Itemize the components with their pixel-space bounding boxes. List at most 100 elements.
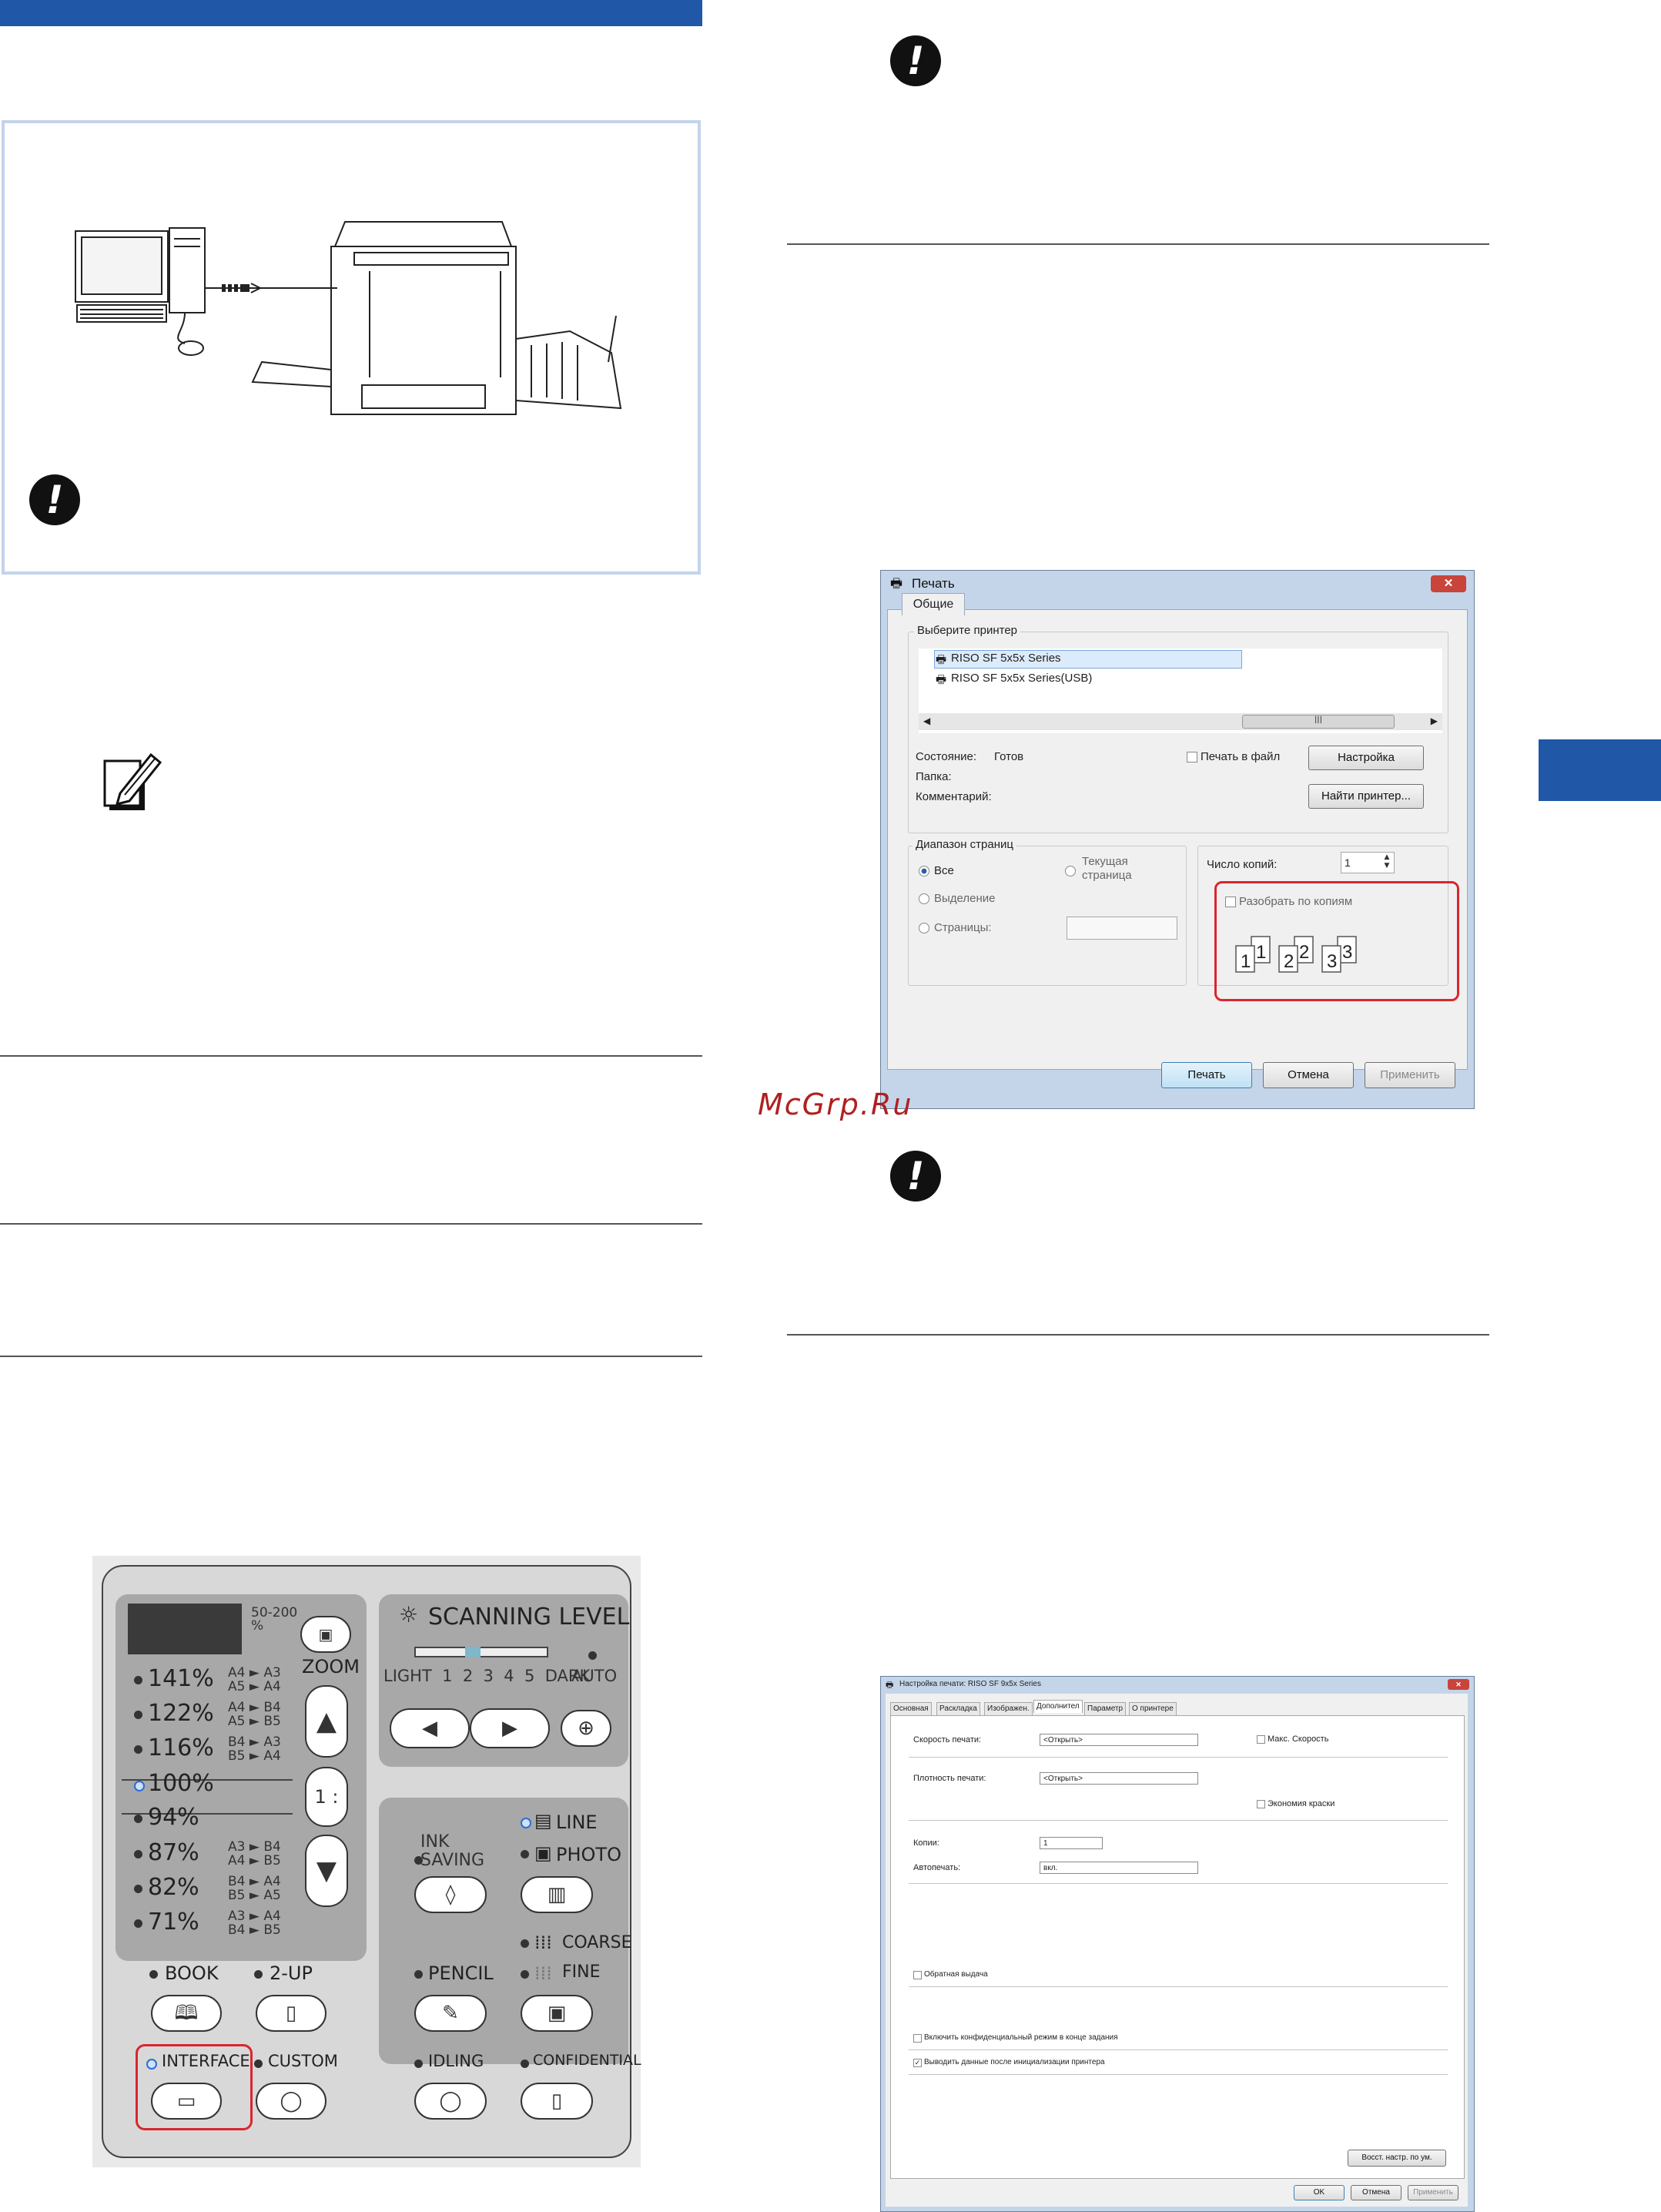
pencil-button[interactable]: ✎ — [414, 1995, 487, 2032]
scan-lighter-button[interactable]: ◀ — [390, 1708, 470, 1748]
ink-saving-checkbox[interactable] — [1257, 1800, 1265, 1808]
range-current-radio[interactable] — [1065, 866, 1076, 876]
scanning-levels-label: LIGHT 1 2 3 4 5 DARK — [383, 1667, 591, 1685]
max-speed-checkbox[interactable] — [1257, 1735, 1265, 1744]
printer-settings-dialog: 🖶 Настройка печати: RISO SF 9x5x Series … — [880, 1676, 1475, 2212]
zoom-down-button[interactable]: ▼ — [305, 1835, 348, 1907]
printer-group-label: Выберите принтер — [914, 624, 1020, 637]
divider — [909, 1757, 1448, 1758]
printer-icon: 🖶 — [890, 576, 903, 591]
collate-checkbox[interactable] — [1225, 897, 1236, 907]
find-printer-button[interactable]: Найти принтер... — [1308, 784, 1424, 809]
idling-button[interactable]: ◯ — [414, 2083, 487, 2120]
settings-tab[interactable]: О принтере — [1129, 1702, 1177, 1716]
apply-button[interactable]: Применить — [1408, 2185, 1458, 2200]
zoom-preset-paper: A4 ► B5 — [228, 1853, 281, 1868]
line-photo-button[interactable]: ▥ — [521, 1876, 593, 1913]
zoom-up-button[interactable]: ▲ — [305, 1685, 348, 1758]
memo-pencil-icon — [103, 752, 162, 810]
print-dialog: 🖶 Печать ✕ Общие Выберите принтер 🖶 RISO… — [880, 570, 1475, 1109]
settings-tab[interactable]: Изображен. — [984, 1702, 1033, 1716]
photo-icon: ▣ — [534, 1842, 552, 1864]
coarse-icon: ⁞⁞⁞ — [534, 1932, 552, 1953]
print-dialog-titlebar: 🖶 Печать ✕ — [881, 571, 1474, 597]
interface-button[interactable]: ▭ — [151, 2083, 222, 2120]
printer-item-2[interactable]: RISO SF 5x5x Series(USB) — [951, 672, 1092, 685]
reverse-output-checkbox[interactable] — [913, 1971, 922, 1979]
control-panel: 50-200 % ▣ ZOOM ▲ 1 : 1 ▼ 141%A4 ► A3A5 … — [92, 1556, 641, 2167]
auto-label: AUTO — [571, 1667, 618, 1685]
confidential-button[interactable]: ▯ — [521, 2083, 593, 2120]
settings-button[interactable]: Настройка — [1308, 746, 1424, 770]
one-to-one-button[interactable]: 1 : 1 — [305, 1767, 348, 1865]
range-all-radio[interactable] — [919, 866, 929, 876]
zoom-memory-button[interactable]: ▣ — [300, 1616, 351, 1653]
density-select[interactable]: <Открыть> — [1040, 1772, 1198, 1785]
scroll-thumb[interactable]: ||| — [1242, 715, 1395, 729]
restore-defaults-button[interactable]: Восст. настр. по ум. — [1348, 2150, 1446, 2167]
close-icon[interactable]: ✕ — [1431, 575, 1466, 592]
scroll-left-icon[interactable]: ◀ — [923, 716, 930, 726]
copies-input[interactable]: 1 — [1040, 1837, 1103, 1849]
print-button[interactable]: Печать — [1161, 1062, 1252, 1088]
print-to-file-checkbox[interactable] — [1187, 752, 1197, 762]
zoom-preset-paper: A5 ► B5 — [228, 1714, 281, 1729]
coarse-fine-button[interactable]: ▣ — [521, 1995, 593, 2032]
printer-icon: 🖶 — [936, 653, 947, 666]
output-after-init-checkbox[interactable]: ✓ — [913, 2059, 922, 2067]
settings-tab[interactable]: Дополнител — [1033, 1700, 1083, 1713]
confidential-checkbox[interactable] — [913, 2034, 922, 2043]
ink-saving-button[interactable]: ◊ — [414, 1876, 487, 1913]
apply-button[interactable]: Применить — [1365, 1062, 1455, 1088]
divider — [909, 1820, 1448, 1821]
zoom-preset-paper: B4 ► A3 — [228, 1734, 281, 1750]
settings-tab[interactable]: Раскладка — [936, 1702, 980, 1716]
status-label: Состояние: — [916, 750, 977, 763]
range-selection-radio[interactable] — [919, 893, 929, 904]
two-up-label: 2-UP — [270, 1962, 313, 1984]
book-button[interactable]: 🕮 — [151, 1995, 222, 2032]
pencil-label: PENCIL — [428, 1962, 494, 1984]
settings-tab[interactable]: Основная — [890, 1702, 932, 1716]
printer-item-1[interactable]: RISO SF 5x5x Series — [951, 652, 1061, 665]
close-icon[interactable]: ✕ — [1448, 1679, 1469, 1690]
autoprint-label: Автопечать: — [913, 1863, 961, 1872]
zoom-preset-paper: A3 ► A4 — [228, 1909, 281, 1924]
custom-label: CUSTOM — [268, 2052, 338, 2070]
zoom-preset-percent: 100% — [148, 1770, 214, 1797]
speed-select[interactable]: <Открыть> — [1040, 1734, 1198, 1746]
horizontal-scrollbar[interactable]: ◀ ||| ▶ — [919, 713, 1442, 730]
svg-text:1: 1 — [1256, 942, 1266, 963]
zoom-preset-paper: A4 ► B4 — [228, 1700, 281, 1715]
max-speed-label: Макс. Скорость — [1268, 1734, 1329, 1744]
scroll-right-icon[interactable]: ▶ — [1431, 716, 1438, 726]
printer-icon: 🖶 — [936, 673, 947, 686]
cancel-button[interactable]: Отмена — [1351, 2185, 1401, 2200]
ok-button[interactable]: OK — [1294, 2185, 1345, 2200]
print-dialog-client: Общие Выберите принтер 🖶 RISO SF 5x5x Se… — [887, 593, 1468, 1070]
collate-pages-icon: 11 22 33 — [1235, 936, 1357, 973]
speed-label: Скорость печати: — [913, 1735, 982, 1744]
header-blue-bar — [0, 0, 702, 26]
ink-saving-label: Экономия краски — [1268, 1799, 1335, 1808]
reverse-output-label: Обратная выдача — [924, 1970, 988, 1979]
pages-input[interactable] — [1067, 917, 1177, 940]
cancel-button[interactable]: Отмена — [1263, 1062, 1354, 1088]
interface-indicator — [146, 2059, 157, 2070]
line-indicator — [521, 1818, 531, 1828]
zoom-range-label: 50-200 % — [251, 1605, 298, 1634]
tab-general[interactable]: Общие — [902, 593, 965, 615]
two-up-button[interactable]: ▯ — [256, 1995, 327, 2032]
ink-saving-indicator — [414, 1856, 423, 1865]
fine-label: FINE — [562, 1962, 601, 1982]
zoom-preset-percent: 122% — [148, 1700, 214, 1727]
copies-spinner[interactable]: ▲ ▼ — [1381, 853, 1393, 872]
autoprint-select[interactable]: вкл. — [1040, 1862, 1198, 1874]
idling-indicator — [414, 2060, 423, 2068]
auto-indicator — [588, 1651, 597, 1660]
scan-darker-button[interactable]: ▶ — [470, 1708, 550, 1748]
scan-auto-button[interactable]: ⊕ — [561, 1710, 611, 1747]
custom-button[interactable]: ◯ — [256, 2083, 327, 2120]
settings-tab[interactable]: Параметр — [1084, 1702, 1127, 1716]
range-pages-radio[interactable] — [919, 923, 929, 933]
